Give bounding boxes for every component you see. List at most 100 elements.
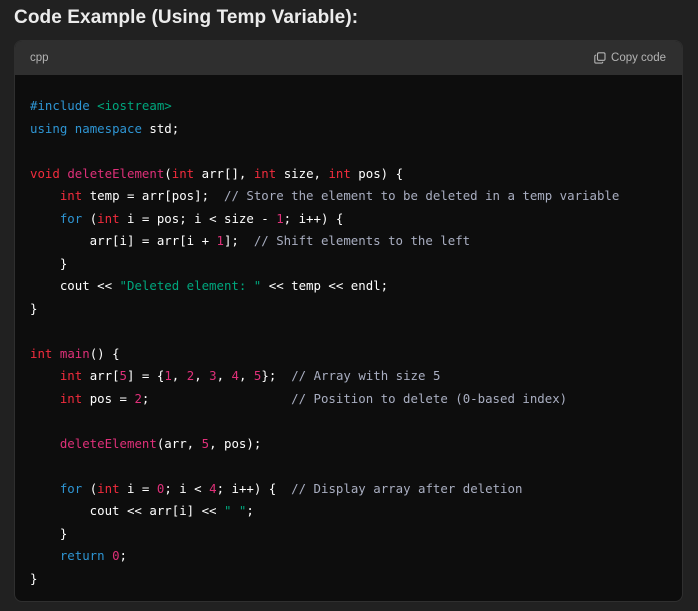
code-token: std;: [141, 120, 180, 136]
code-token: ; i++) {: [216, 480, 292, 496]
code-token: i =: [119, 480, 157, 496]
code-token: }: [30, 525, 68, 541]
code-token: int: [59, 188, 83, 203]
code-token: // Position to delete (0-based index): [291, 390, 568, 406]
code-token: }: [30, 255, 68, 271]
code-line: void deleteElement(int arr[], int size, …: [30, 163, 667, 186]
code-line: using namespace std;: [30, 118, 667, 141]
code-token: }: [30, 300, 38, 316]
code-token: arr[: [82, 368, 120, 383]
code-content: #include <iostream> using namespace std; …: [15, 75, 682, 590]
code-token: // Store the element to be deleted in a …: [223, 188, 620, 203]
code-token: (: [82, 480, 98, 496]
code-token: 5: [201, 435, 210, 451]
code-token: ,: [194, 368, 210, 383]
code-token: 4: [209, 480, 217, 496]
code-token: ;: [119, 548, 128, 563]
code-token: " ": [223, 503, 247, 518]
code-block: cpp Copy code #include <iostream> using n…: [14, 40, 683, 602]
code-token: void: [30, 165, 60, 181]
code-line: }: [30, 253, 667, 276]
code-token: int: [97, 210, 120, 226]
code-token: temp = arr[pos];: [82, 188, 224, 203]
code-token: , pos);: [209, 435, 262, 451]
code-token: #include: [30, 98, 98, 113]
code-token: int: [97, 480, 120, 496]
code-token: using: [30, 120, 68, 136]
code-token: 1: [276, 210, 284, 226]
code-token: ,: [171, 368, 187, 383]
code-token: ;: [246, 503, 254, 518]
code-token: int: [59, 390, 83, 406]
code-line: int arr[5] = {1, 2, 3, 4, 5}; // Array w…: [30, 365, 667, 388]
code-token: pos) {: [350, 165, 404, 181]
code-header: cpp Copy code: [15, 41, 682, 75]
code-token: int: [328, 165, 351, 181]
code-token: << temp << endl;: [261, 278, 389, 293]
code-token: deleteElement: [67, 165, 165, 181]
code-token: // Shift elements to the left: [253, 233, 471, 248]
code-token: int: [30, 345, 53, 361]
code-token: i = pos; i < size -: [119, 210, 277, 226]
copy-code-label: Copy code: [611, 52, 666, 64]
code-token: arr[],: [194, 165, 254, 181]
language-label: cpp: [30, 52, 49, 64]
code-line: for (int i = pos; i < size - 1; i++) {: [30, 208, 667, 231]
code-token: size,: [276, 165, 329, 181]
code-token: int: [253, 165, 277, 181]
code-token: namespace: [74, 120, 142, 136]
code-token: return: [59, 548, 105, 563]
code-line: arr[i] = arr[i + 1]; // Shift elements t…: [30, 230, 667, 253]
code-line: int main() {: [30, 343, 667, 366]
copy-code-button[interactable]: Copy code: [594, 52, 666, 64]
code-token: ,: [216, 368, 232, 383]
code-token: ,: [238, 368, 254, 383]
code-token: (arr,: [156, 435, 202, 451]
code-token: }: [30, 570, 38, 586]
code-token: int: [59, 368, 83, 383]
code-token: 1: [164, 368, 172, 383]
code-token: for: [59, 210, 83, 226]
section-heading: Code Example (Using Temp Variable):: [14, 7, 359, 28]
code-token: int: [171, 165, 195, 181]
code-line: cout << "Deleted element: " << temp << e…: [30, 275, 667, 298]
code-token: pos =: [82, 390, 135, 406]
code-token: cout << arr[i] <<: [30, 503, 224, 518]
code-token: ; i++) {: [283, 210, 344, 226]
code-token: cout <<: [30, 278, 120, 293]
code-token: 0: [112, 548, 120, 563]
code-token: main: [59, 345, 90, 361]
code-line: int pos = 2; // Position to delete (0-ba…: [30, 388, 667, 411]
code-token: <iostream>: [97, 98, 172, 113]
code-line: deleteElement(arr, 5, pos);: [30, 433, 667, 456]
code-token: ; i <: [164, 480, 210, 496]
code-line: }: [30, 523, 667, 546]
code-line: }: [30, 298, 667, 321]
code-token: };: [261, 368, 292, 383]
code-token: // Array with size 5: [291, 368, 441, 383]
code-line: }: [30, 568, 667, 591]
code-token: for: [59, 480, 83, 496]
code-token: 5: [119, 368, 128, 383]
code-token: 2: [134, 390, 142, 406]
code-token: 4: [231, 368, 239, 383]
code-line: int temp = arr[pos]; // Store the elemen…: [30, 185, 667, 208]
code-line: #include <iostream>: [30, 95, 667, 118]
code-token: // Display array after deletion: [291, 480, 523, 496]
code-token: 3: [209, 368, 217, 383]
code-token: deleteElement: [59, 435, 157, 451]
code-token: (: [82, 210, 98, 226]
